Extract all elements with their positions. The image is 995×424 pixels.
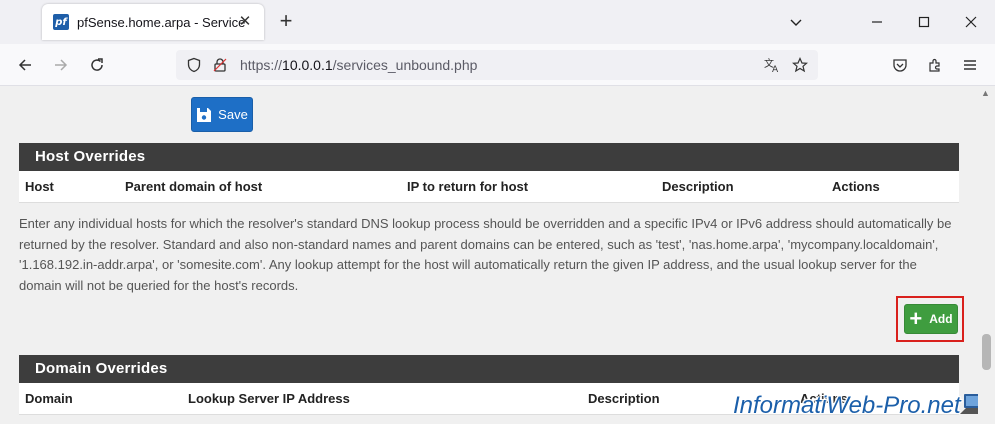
add-host-override-button[interactable]: + Add <box>904 304 958 334</box>
forward-arrow-icon[interactable] <box>49 53 73 77</box>
tab-close-icon[interactable]: ✕ <box>236 13 254 31</box>
host-overrides-help-text: Enter any individual hosts for which the… <box>19 216 952 293</box>
add-button-label: Add <box>929 312 953 326</box>
column-header-lookup-server: Lookup Server IP Address <box>188 391 350 406</box>
navigation-bar: https://10.0.0.1/services_unbound.php 文A <box>0 44 995 86</box>
floppy-disk-icon <box>197 107 212 122</box>
url-path: /services_unbound.php <box>332 57 478 73</box>
url-host: 10.0.0.1 <box>282 57 333 73</box>
save-button[interactable]: Save <box>191 97 253 132</box>
column-header-description: Description <box>588 391 660 406</box>
new-tab-icon[interactable]: + <box>274 10 298 34</box>
back-arrow-icon[interactable] <box>13 53 37 77</box>
translate-icon[interactable]: 文A <box>762 55 782 75</box>
host-overrides-table-header: Host Parent domain of host IP to return … <box>19 171 959 203</box>
bookmark-star-icon[interactable] <box>790 55 810 75</box>
menu-hamburger-icon[interactable] <box>958 53 982 77</box>
extensions-icon[interactable] <box>923 53 947 77</box>
browser-tab[interactable]: pf pfSense.home.arpa - Services: D ✕ <box>42 4 264 40</box>
scroll-up-arrow-icon[interactable]: ▲ <box>981 88 990 98</box>
computer-logo-icon <box>960 394 978 414</box>
column-header-domain: Domain <box>25 391 73 406</box>
scrollbar-thumb[interactable] <box>982 334 991 370</box>
column-header-ip: IP to return for host <box>407 179 529 194</box>
column-header-parent-domain: Parent domain of host <box>125 179 263 194</box>
column-header-description: Description <box>662 179 734 194</box>
pocket-icon[interactable] <box>888 53 912 77</box>
column-header-actions: Actions <box>832 179 880 194</box>
host-overrides-title: Host Overrides <box>19 143 959 171</box>
page-scrollbar[interactable]: ▲ <box>978 86 995 424</box>
page-content: Save Host Overrides Host Parent domain o… <box>0 86 978 424</box>
url-text: https://10.0.0.1/services_unbound.php <box>240 57 477 73</box>
save-button-label: Save <box>218 107 248 122</box>
svg-text:A: A <box>772 65 779 74</box>
host-overrides-panel: Host Overrides Host Parent domain of hos… <box>19 143 959 203</box>
tab-title: pfSense.home.arpa - Services: D <box>77 14 245 30</box>
tab-strip: pf pfSense.home.arpa - Services: D ✕ + <box>0 0 995 44</box>
reload-icon[interactable] <box>85 53 109 77</box>
maximize-icon[interactable] <box>912 10 936 34</box>
close-window-icon[interactable] <box>959 10 983 34</box>
column-header-host: Host <box>25 179 54 194</box>
insecure-lock-icon[interactable] <box>210 55 230 75</box>
minimize-icon[interactable] <box>865 10 889 34</box>
plus-icon: + <box>909 306 923 331</box>
domain-overrides-title: Domain Overrides <box>19 355 959 383</box>
pfsense-favicon-icon: pf <box>53 14 69 30</box>
list-all-tabs-icon[interactable] <box>784 10 808 34</box>
address-bar[interactable]: https://10.0.0.1/services_unbound.php 文A <box>176 50 818 80</box>
site-watermark: InformatiWeb-Pro.net <box>733 392 961 419</box>
browser-window: pf pfSense.home.arpa - Services: D ✕ + <box>0 0 995 424</box>
tracking-protection-shield-icon[interactable] <box>184 55 204 75</box>
url-scheme: https:// <box>240 57 283 73</box>
